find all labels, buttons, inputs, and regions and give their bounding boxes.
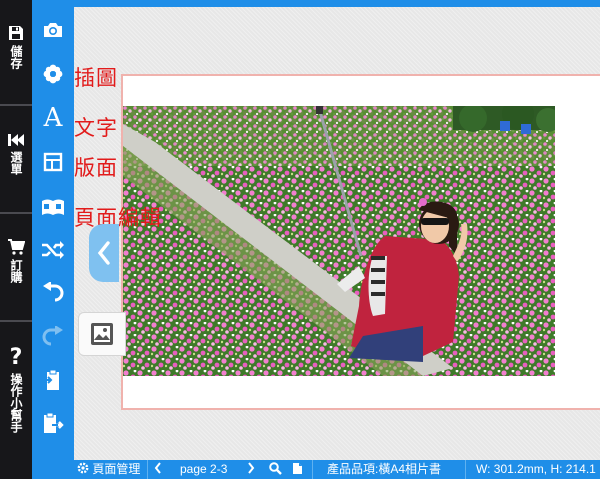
prev-page-arrow[interactable] xyxy=(154,460,162,479)
illustration-menu-item[interactable]: 插圖 xyxy=(74,62,118,92)
page-edit-tool-button[interactable] xyxy=(32,188,74,228)
shuffle-icon xyxy=(42,241,64,259)
chevron-left-icon xyxy=(154,462,161,474)
page-dimensions: W: 301.2mm, H: 214.1 xyxy=(476,462,596,476)
layout-menu-item[interactable]: 版面 xyxy=(74,152,118,182)
redo-icon xyxy=(42,326,63,346)
export-button[interactable] xyxy=(32,403,74,443)
camera-tool-button[interactable] xyxy=(32,10,74,50)
page-manage-label: 頁面管理 xyxy=(92,462,141,476)
status-bar: 頁面管理 page 2-3 產品品項:橫A4相片書 W: 301.2mm, H:… xyxy=(74,460,600,479)
tool-column: A xyxy=(32,0,74,479)
divider xyxy=(465,460,466,479)
layout-icon xyxy=(43,152,63,172)
text-icon: A xyxy=(43,103,63,133)
paste-button[interactable] xyxy=(32,360,74,400)
page-manage-button[interactable]: 頁面管理 xyxy=(77,460,140,479)
zoom-button[interactable] xyxy=(269,460,282,479)
decoration-tool-button[interactable] xyxy=(32,54,74,94)
page-indicator: page 2-3 xyxy=(180,462,228,476)
flower-icon xyxy=(43,64,63,84)
camera-icon xyxy=(44,23,62,37)
top-accent-bar xyxy=(74,0,600,7)
clipboard-export-icon xyxy=(44,412,64,433)
text-menu-item[interactable]: 文字 xyxy=(74,112,118,142)
layout-tool-button[interactable] xyxy=(32,142,74,182)
chevron-right-icon xyxy=(248,462,255,474)
divider xyxy=(0,212,32,214)
undo-icon xyxy=(43,282,64,302)
order-label: 訂購 xyxy=(9,259,23,283)
cart-icon xyxy=(8,239,25,255)
previous-page-button[interactable] xyxy=(89,224,119,282)
document-icon xyxy=(293,463,302,474)
next-page-arrow[interactable] xyxy=(247,460,255,479)
shuffle-button[interactable] xyxy=(32,230,74,270)
save-icon xyxy=(9,26,23,40)
page-view-button[interactable] xyxy=(292,460,303,479)
image-icon xyxy=(91,323,113,345)
product-info: 產品品項:橫A4相片書 xyxy=(327,462,442,476)
rewind-icon xyxy=(8,134,24,146)
main-sidebar: 儲存 選單 訂購 ? 操作小幫手 xyxy=(0,0,32,479)
page-photo[interactable] xyxy=(123,106,555,376)
divider xyxy=(147,460,148,479)
text-tool-button[interactable]: A xyxy=(32,98,74,138)
menu-label: 選單 xyxy=(9,151,23,175)
image-panel-button[interactable] xyxy=(78,312,126,356)
clipboard-paste-icon xyxy=(44,369,59,390)
divider xyxy=(0,104,32,106)
save-button[interactable]: 儲存 xyxy=(0,24,32,69)
divider xyxy=(0,320,32,322)
help-label: 操作小幫手 xyxy=(9,373,23,433)
menu-button[interactable]: 選單 xyxy=(0,132,32,175)
help-button[interactable]: ? 操作小幫手 xyxy=(0,345,32,434)
undo-button[interactable] xyxy=(32,272,74,312)
order-button[interactable]: 訂購 xyxy=(0,238,32,283)
zoom-icon xyxy=(269,462,282,475)
cosmos-field-photo xyxy=(123,106,555,376)
book-icon xyxy=(42,199,64,215)
gear-icon xyxy=(77,462,89,474)
chevron-left-icon xyxy=(97,241,110,265)
divider xyxy=(312,460,313,479)
question-icon: ? xyxy=(9,345,23,370)
redo-button[interactable] xyxy=(32,316,74,356)
save-label: 儲存 xyxy=(9,45,23,69)
